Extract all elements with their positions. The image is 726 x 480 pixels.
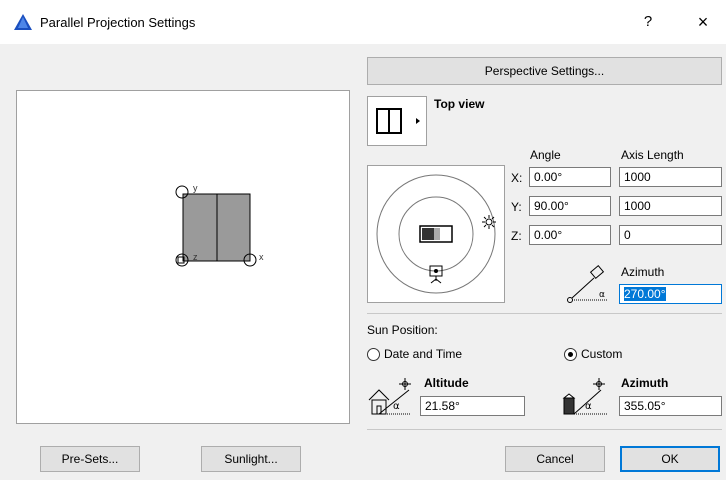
ok-button[interactable]: OK [620,446,720,472]
date-time-radio[interactable] [367,348,380,361]
axis-x-label: X: [511,171,523,185]
angle-header: Angle [530,148,561,162]
axis-z-label: Z: [511,229,522,243]
perspective-settings-button[interactable]: Perspective Settings... [367,57,722,85]
presets-button[interactable]: Pre-Sets... [40,446,140,472]
close-button[interactable]: × [688,10,718,34]
window-title: Parallel Projection Settings [40,15,196,30]
view-type-label: Top view [434,97,485,111]
view-azimuth-icon: α [567,265,608,303]
date-time-label[interactable]: Date and Time [384,347,462,361]
y-angle-input[interactable]: 90.00° [529,196,611,216]
cancel-button[interactable]: Cancel [505,446,605,472]
camera-icon [429,265,443,284]
section-divider-top [367,313,722,314]
custom-label[interactable]: Custom [581,347,622,361]
dialog-window: Parallel Projection Settings ? × Perspec… [0,0,726,480]
help-button[interactable]: ? [633,10,663,34]
ok-label: OK [661,452,679,466]
z-angle-input[interactable]: 0.00° [529,225,611,245]
z-length-input[interactable]: 0 [619,225,722,245]
y-axis-handle [175,185,189,199]
view-azimuth-value: 270.00° [624,287,666,301]
perspective-settings-label: Perspective Settings... [484,64,605,78]
preview-canvas [175,185,257,267]
presets-label: Pre-Sets... [61,452,119,466]
sun-position-heading: Sun Position: [367,323,438,337]
preview-z-label: z [193,252,198,262]
cancel-label: Cancel [536,452,574,466]
y-length-input[interactable]: 1000 [619,196,722,216]
view-azimuth-input[interactable]: 270.00° [619,284,722,304]
svg-text:α: α [393,401,400,412]
preview-x-label: x [259,252,264,262]
altitude-input[interactable]: 21.58° [420,396,525,416]
preview-y-label: y [193,183,198,193]
sun-icon [482,215,496,229]
split-view-icon [376,108,420,134]
sunlight-label: Sunlight... [224,452,278,466]
custom-radio[interactable] [564,348,577,361]
axis-y-label: Y: [511,200,522,214]
x-angle-input[interactable]: 0.00° [529,167,611,187]
sun-azimuth-label: Azimuth [621,376,669,390]
view-dropdown-arrow-icon [416,118,420,124]
altitude-label: Altitude [424,376,469,390]
view-type-button[interactable] [367,96,427,146]
sun-azimuth-input[interactable]: 355.05° [619,396,722,416]
sun-azimuth-icon: α [562,378,607,415]
svg-text:α: α [599,290,605,300]
axis-length-header: Axis Length [621,148,684,162]
sunlight-button[interactable]: Sunlight... [201,446,301,472]
projection-preview[interactable]: y z x [16,90,350,424]
x-length-input[interactable]: 1000 [619,167,722,187]
svg-text:α: α [585,401,592,412]
title-bar[interactable]: Parallel Projection Settings ? × [0,0,726,44]
view-azimuth-label: Azimuth [621,265,665,279]
orbit-graphic [376,174,496,294]
altitude-icon: α [368,378,411,415]
orbit-control[interactable] [367,165,505,303]
section-divider-bottom [367,429,722,430]
archicad-app-icon [14,14,32,30]
